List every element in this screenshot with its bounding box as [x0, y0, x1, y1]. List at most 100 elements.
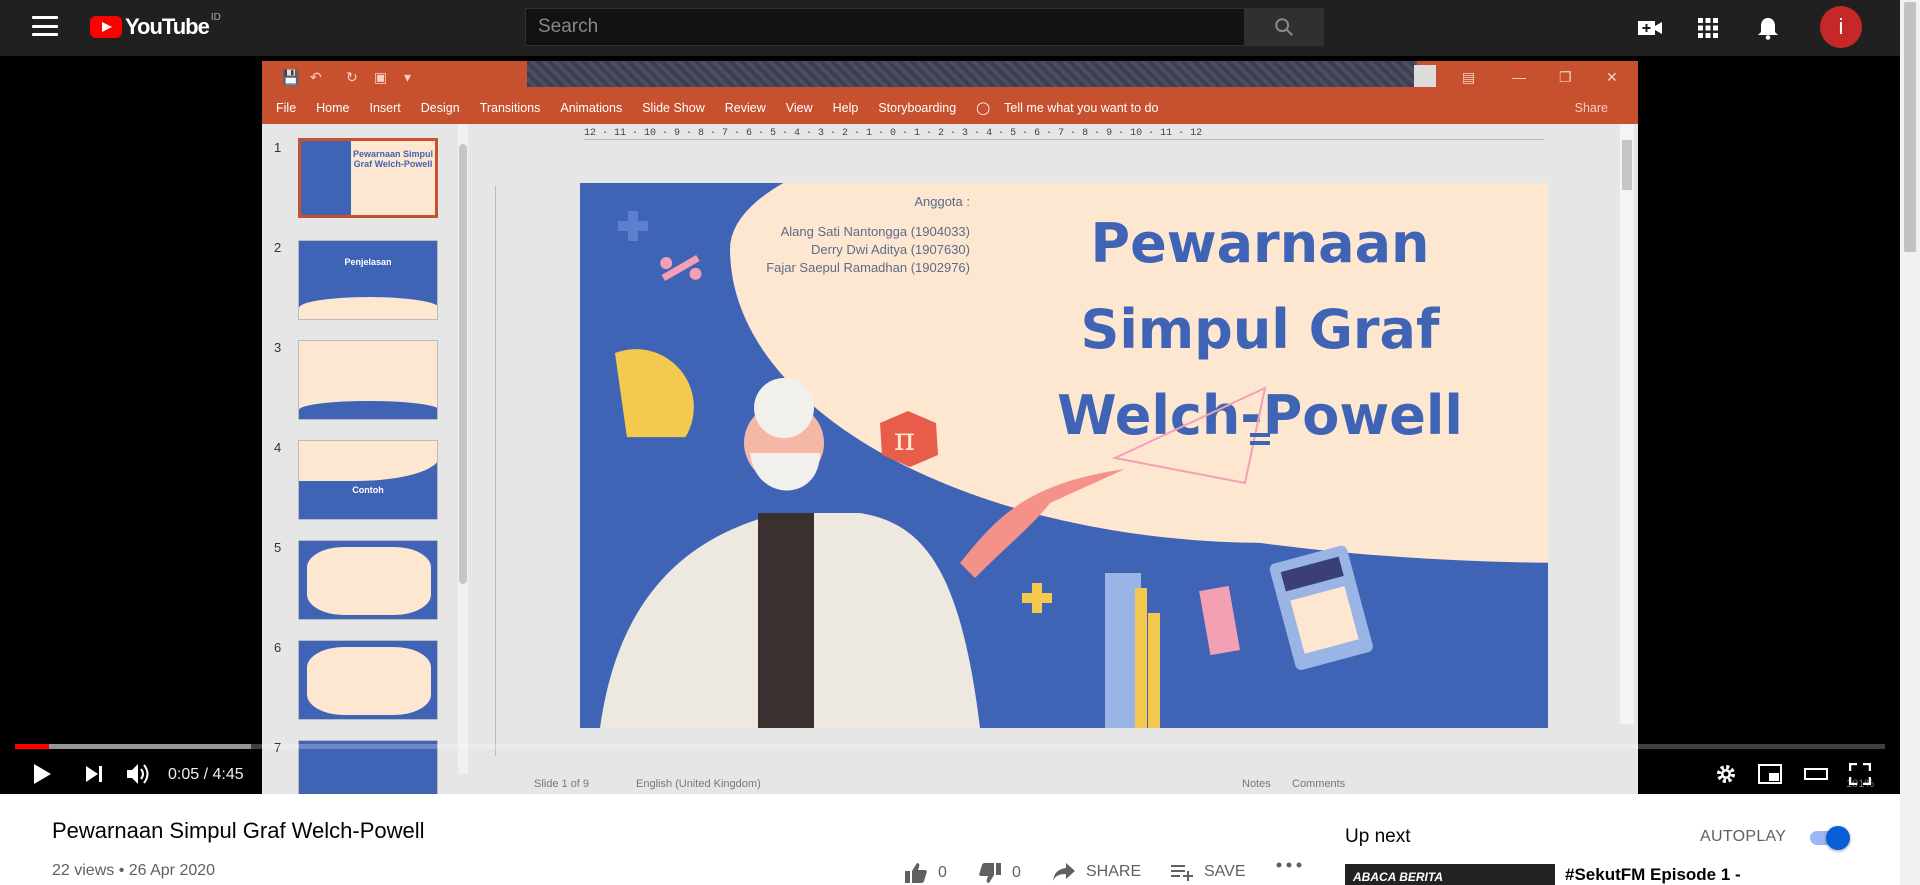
- save-label: SAVE: [1204, 863, 1246, 880]
- slide-thumb-5: [298, 540, 438, 620]
- share-label: SHARE: [1086, 863, 1142, 880]
- ribbon-tab-help: Help: [832, 100, 859, 115]
- share-button[interactable]: SHARE: [1052, 862, 1141, 882]
- autoplay-label: AUTOPLAY: [1700, 828, 1787, 845]
- present-icon: ▣: [374, 69, 388, 85]
- recommended-title[interactable]: #SekutFM Episode 1 -: [1565, 865, 1741, 885]
- ppt-share: Share: [1574, 100, 1608, 115]
- pi-symbol: π: [894, 420, 915, 458]
- youtube-play-icon: [90, 16, 122, 38]
- autoplay-toggle[interactable]: [1810, 826, 1850, 850]
- dislike-button[interactable]: 0: [978, 862, 1021, 884]
- video-player[interactable]: 💾 ↶ ↻ ▣ ▾ ▤ — ❐ ✕ File Home Insert Desig…: [0, 56, 1900, 794]
- tell-me-box: Tell me what you want to do: [1004, 100, 1159, 115]
- apps-button[interactable]: [1694, 14, 1722, 42]
- search-input[interactable]: [538, 16, 1244, 38]
- played-bar: [15, 744, 49, 749]
- thumb-number: 5: [274, 540, 282, 555]
- theater-mode-button[interactable]: [1800, 758, 1832, 790]
- more-actions-button[interactable]: [1276, 862, 1302, 868]
- books: [1105, 573, 1160, 728]
- ribbon-tab-insert: Insert: [369, 100, 401, 115]
- toggle-knob: [1826, 826, 1850, 850]
- ribbon-tab-storyboarding: Storyboarding: [878, 100, 957, 115]
- buffered-bar: [15, 744, 251, 749]
- ppt-scrollbar: [1620, 124, 1634, 724]
- page-scrollbar[interactable]: [1900, 0, 1920, 885]
- notifications-button[interactable]: [1754, 14, 1782, 42]
- play-button[interactable]: [26, 758, 58, 790]
- miniplayer-button[interactable]: [1754, 758, 1786, 790]
- youtube-logo[interactable]: YouTube ID: [90, 12, 221, 40]
- dislike-count: 0: [1012, 864, 1021, 881]
- volume-icon: [127, 764, 149, 784]
- menu-icon[interactable]: [32, 16, 58, 36]
- thumb-label: Contoh: [352, 485, 384, 495]
- time-display: 0:05 / 4:45: [168, 766, 244, 783]
- scrollbar-thumb[interactable]: [1904, 2, 1916, 252]
- search-icon: [1275, 18, 1294, 37]
- progress-bar[interactable]: [15, 744, 1885, 749]
- ribbon-tab-transitions: Transitions: [479, 100, 541, 115]
- share-icon: [1053, 863, 1075, 881]
- customize-icon: ▾: [404, 69, 412, 85]
- save-button[interactable]: SAVE: [1170, 862, 1246, 882]
- slide-thumb-2: Penjelasan: [298, 240, 438, 320]
- next-button[interactable]: [78, 758, 110, 790]
- bell-icon: [1758, 18, 1778, 40]
- restore-icon: ❐: [1559, 69, 1572, 85]
- skip-next-icon: [86, 766, 102, 782]
- thumb-number: 3: [274, 340, 282, 355]
- vertical-ruler: [484, 186, 496, 756]
- save-icon: 💾: [282, 69, 300, 85]
- logo-text: YouTube: [125, 14, 210, 39]
- professor-hair: [754, 378, 814, 438]
- playlist-add-icon: [1171, 865, 1193, 881]
- more-horizontal-icon: [1276, 862, 1302, 868]
- equals-icon: [1250, 433, 1270, 437]
- video-camera-icon: [1638, 21, 1662, 35]
- theater-icon: [1804, 768, 1828, 780]
- gear-icon: [1717, 765, 1735, 783]
- ribbon-tab-slide-show: Slide Show: [642, 100, 705, 115]
- search-button[interactable]: [1244, 8, 1324, 46]
- undo-icon: ↶: [310, 69, 322, 85]
- apps-grid-icon: [1698, 18, 1718, 38]
- plus-icon-yellow: [1022, 583, 1052, 613]
- up-next-heading: Up next: [1345, 826, 1411, 847]
- like-count: 0: [938, 864, 947, 881]
- recommended-thumbnail[interactable]: ABACA BERITA: [1345, 864, 1555, 885]
- thumb-number: 4: [274, 440, 282, 455]
- thumbs-up-icon: [905, 863, 927, 883]
- thumb-number: 6: [274, 640, 282, 655]
- ribbon-tab-animations: Animations: [560, 100, 623, 115]
- thumb-scrollbar: [458, 124, 468, 774]
- ribbon-tab-design: Design: [420, 100, 460, 115]
- thumbnail-text: ABACA BERITA: [1353, 870, 1443, 884]
- create-video-button[interactable]: [1636, 14, 1664, 42]
- like-button[interactable]: 0: [904, 862, 947, 884]
- volume-button[interactable]: [123, 758, 155, 790]
- ribbon-options-icon: ▤: [1462, 69, 1476, 85]
- ppt-ribbon: File Home Insert Design Transitions Anim…: [262, 91, 1638, 124]
- close-icon: ✕: [1606, 69, 1618, 85]
- protractor-shape: [614, 349, 694, 438]
- pointing-hand: [960, 469, 1125, 578]
- fullscreen-button[interactable]: [1844, 758, 1876, 790]
- plus-icon: [618, 211, 648, 241]
- percent-icon: [660, 255, 702, 282]
- ribbon-tab-file: File: [276, 100, 297, 115]
- ppt-body: 1 Pewarnaan Simpul Graf Welch-Powell 2 P…: [262, 124, 1638, 794]
- settings-button[interactable]: [1710, 758, 1742, 790]
- search-box: [525, 8, 1245, 46]
- play-icon: [34, 764, 51, 784]
- thumb-label: Pewarnaan Simpul Graf Welch-Powell: [352, 149, 434, 169]
- ribbon-tab-home: Home: [316, 100, 350, 115]
- avatar[interactable]: i: [1820, 6, 1862, 48]
- slide-thumb-1: Pewarnaan Simpul Graf Welch-Powell: [298, 138, 438, 218]
- redo-icon: ↻: [346, 69, 358, 85]
- eraser-shape: [1199, 585, 1240, 656]
- ribbon-tab-review: Review: [724, 100, 766, 115]
- thumb-number: 2: [274, 240, 282, 255]
- ribbon-tab-view: View: [785, 100, 813, 115]
